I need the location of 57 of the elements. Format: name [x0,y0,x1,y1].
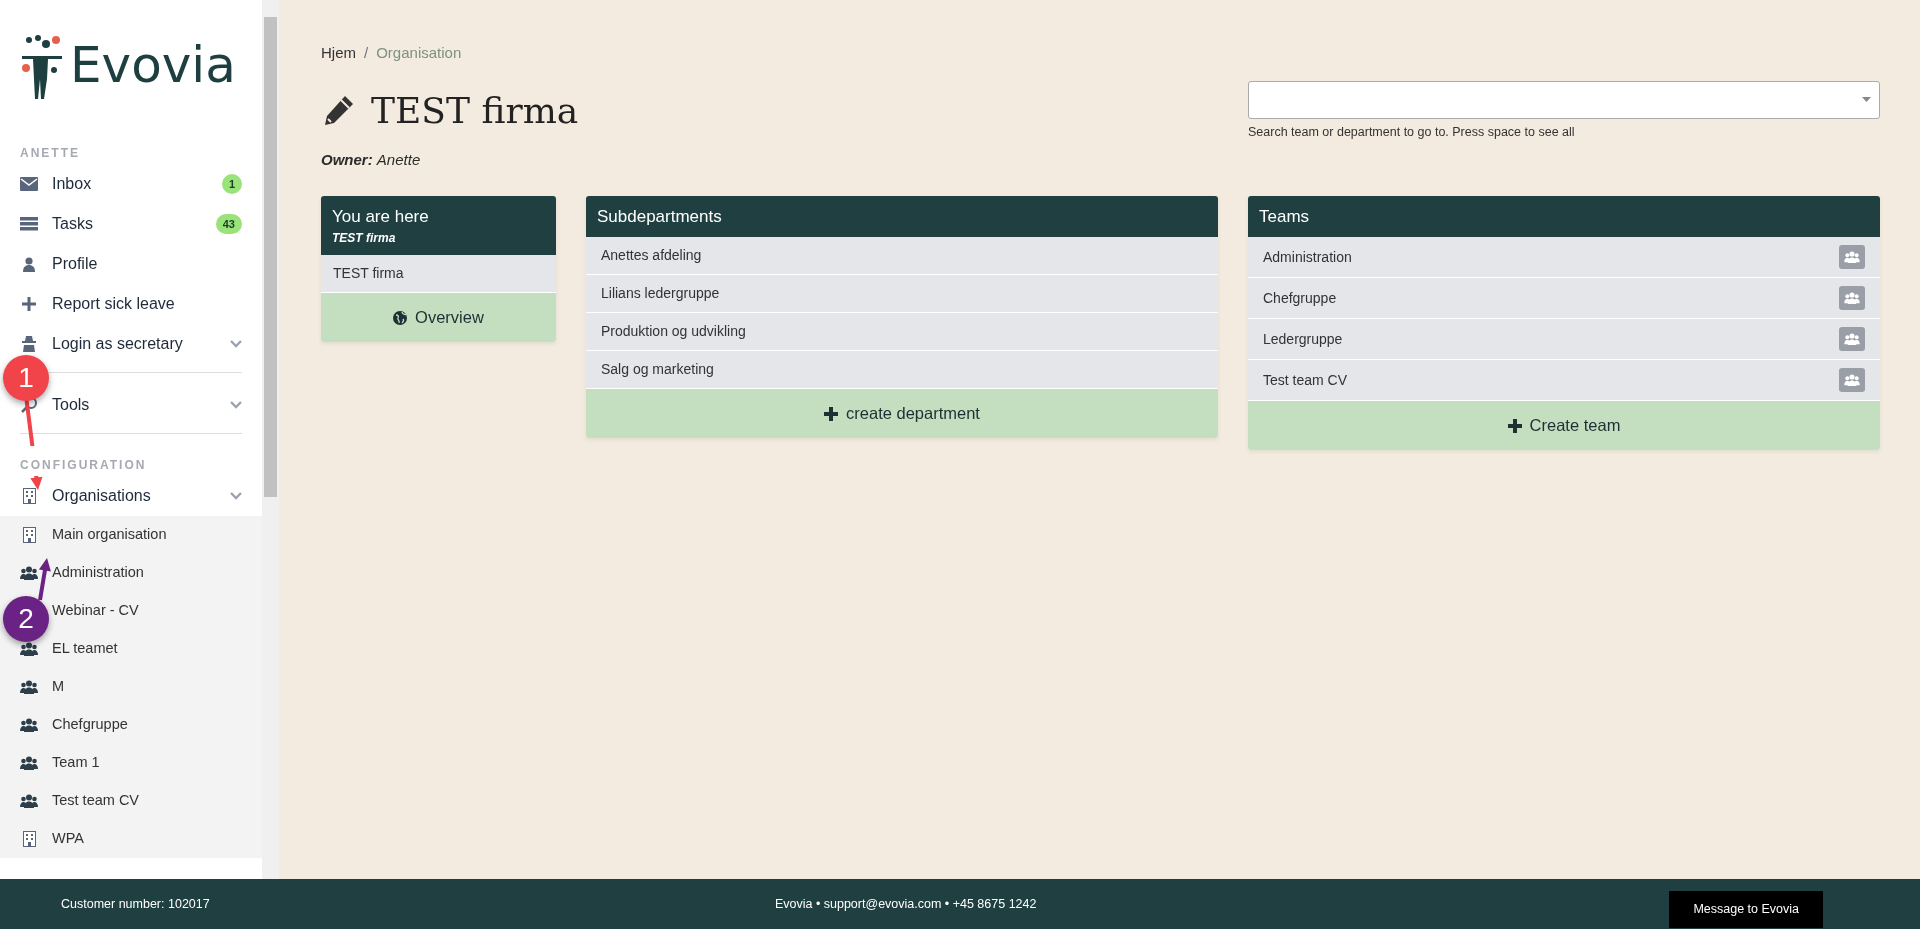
team-link[interactable]: Chefgruppe [1263,287,1337,309]
count-badge: 1 [221,173,242,195]
department-link[interactable]: Produktion og udvikling [586,313,1218,352]
globe-icon [393,310,408,325]
person-icon [20,256,38,272]
create-team-button[interactable]: Create team [1248,401,1880,450]
list-icon [20,217,38,231]
team-icon[interactable] [1839,368,1865,393]
team-link[interactable]: Ledergruppe [1263,328,1343,350]
panel-title: You are here [332,205,430,228]
team-icon[interactable] [1839,327,1865,352]
plus-icon [20,297,38,311]
owner-text: Owner: Anette [321,150,422,171]
plus-icon [824,406,839,421]
team-icon[interactable] [1839,245,1865,270]
envelope-icon [20,177,38,191]
breadcrumb-current: Organisation [376,43,462,63]
team-icon[interactable] [1839,286,1865,311]
overview-button[interactable]: Overview [321,293,556,342]
message-button[interactable]: Message to Evovia [1669,891,1823,928]
department-link[interactable]: Lilians ledergruppe [586,275,1218,314]
caret-icon [1862,97,1871,102]
search-select[interactable] [1248,80,1880,119]
team-link[interactable]: Test team CV [1263,369,1348,391]
users-icon [20,566,38,580]
logo-text: Evovia [70,40,236,90]
count-badge: 43 [215,213,242,235]
panel-title: Subdepartments [597,205,723,228]
building-icon [20,831,38,847]
building-icon [20,527,38,543]
building-icon [20,488,38,504]
customer-number: Customer number: 102017 [61,896,210,911]
help-text: Search team or department to go to. Press space to see all [1248,123,1576,141]
users-icon [20,642,38,656]
users-icon [20,756,38,770]
panel-title: Teams [1259,205,1311,228]
contact-info: Evovia • support@evovia.com • +45 8675 1242 [774,896,1037,911]
step-number: 1 [3,355,49,401]
sidebar-item[interactable]: Organisations [0,476,262,516]
sidebar-item[interactable]: Tasks 43 [0,204,262,244]
users-icon [20,680,38,694]
page-title: TEST firma [371,89,579,133]
sidebar-item[interactable]: Profile [0,244,262,284]
scrollbar-thumb[interactable] [264,17,277,497]
team-link[interactable]: Administration [1263,246,1352,268]
department-link[interactable]: Salg og marketing [586,351,1218,390]
users-icon [20,794,38,808]
location-item: TEST firma [321,255,556,294]
breadcrumb-link[interactable]: Hjem [321,42,356,65]
sidebar-item[interactable]: Report sick leave [0,284,262,324]
department-link[interactable]: Anettes afdeling [586,237,1218,276]
plus-icon [1507,418,1522,433]
users-icon [20,718,38,732]
breadcrumb-separator: / [364,43,369,63]
panel-subtitle: TEST firma [332,230,397,248]
sidebar-item[interactable]: Inbox 1 [0,164,262,204]
create-department-button[interactable]: create department [586,389,1218,438]
